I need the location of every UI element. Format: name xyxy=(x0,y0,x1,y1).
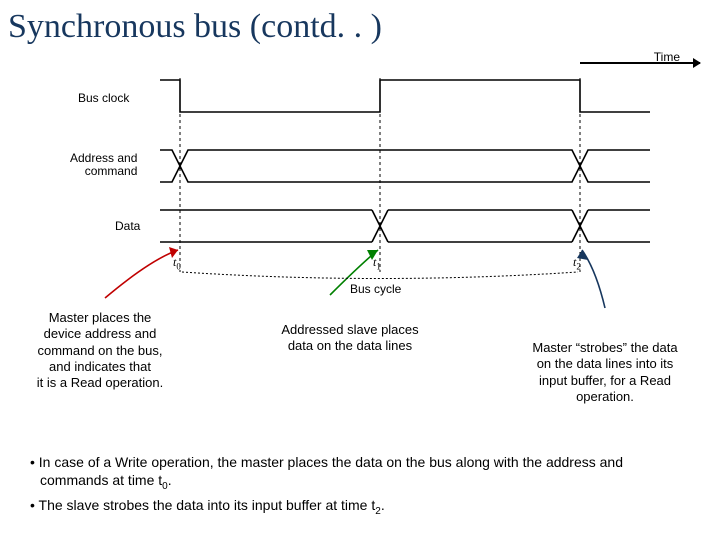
tick-t1: t1 xyxy=(373,255,381,271)
bullet-1: • In case of a Write operation, the mast… xyxy=(30,453,690,494)
bullet-list: • In case of a Write operation, the mast… xyxy=(30,453,690,520)
bus-cycle-label: Bus cycle xyxy=(350,282,401,296)
tick-t0: t0 xyxy=(173,255,181,271)
bullet-2: • The slave strobes the data into its in… xyxy=(30,496,690,518)
waveforms xyxy=(10,50,710,310)
page-title: Synchronous bus (contd. . ) xyxy=(0,0,720,50)
callout-master-strobes: Master “strobes” the data on the data li… xyxy=(505,340,705,405)
callout-slave-places: Addressed slave places data on the data … xyxy=(260,322,440,355)
timing-diagram: Time Bus clock Address and command Data xyxy=(10,50,710,310)
callout-master-places: Master places the device address and com… xyxy=(20,310,180,391)
tick-t2: t2 xyxy=(573,255,581,271)
